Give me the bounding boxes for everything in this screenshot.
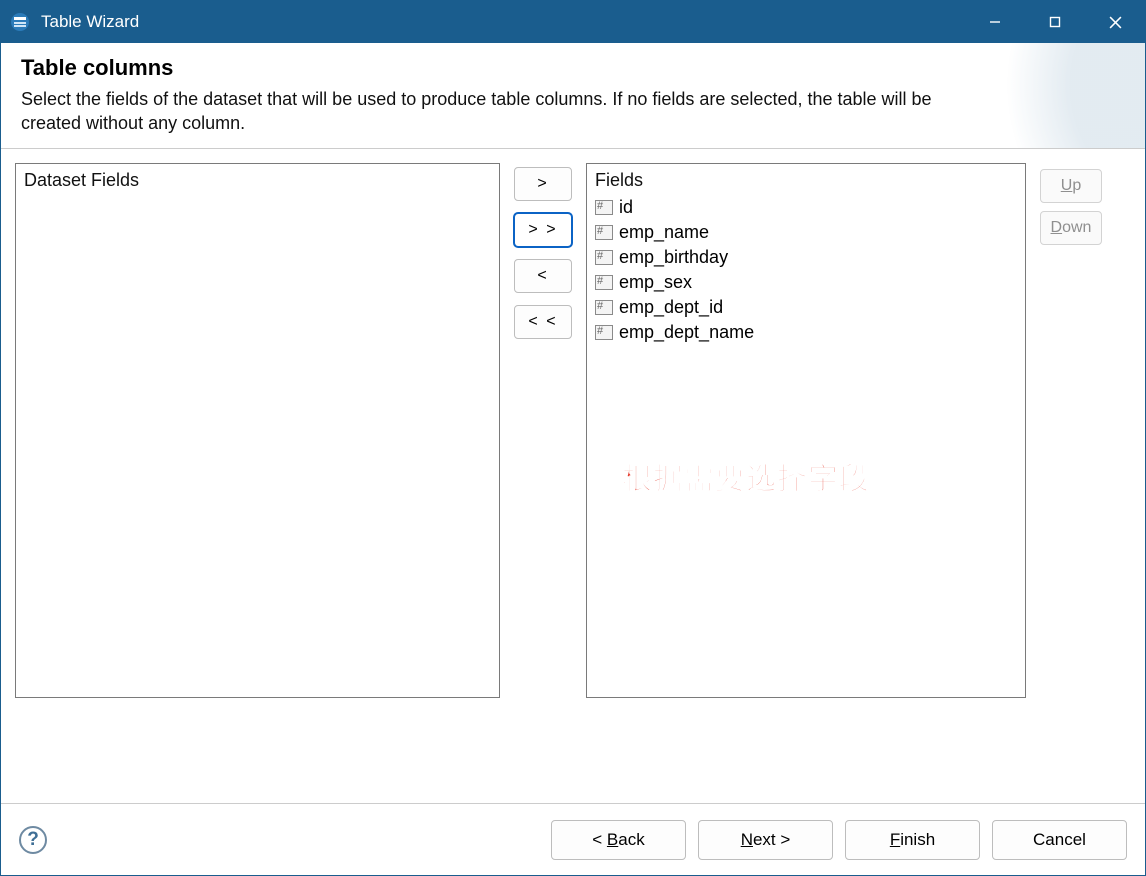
list-item[interactable]: emp_sex [595,270,1017,295]
field-label: emp_dept_id [619,297,723,318]
field-icon [595,225,613,240]
field-icon [595,250,613,265]
selected-fields-header: Fields [595,170,1017,191]
field-icon [595,200,613,215]
dataset-fields-list[interactable]: Dataset Fields [15,163,500,698]
selected-fields-list[interactable]: Fields id emp_name emp_birthday emp_sex … [586,163,1026,698]
page-description: Select the fields of the dataset that wi… [21,87,941,136]
back-button[interactable]: < Back [551,820,686,860]
remove-all-button[interactable]: < < [514,305,572,339]
field-label: emp_sex [619,272,692,293]
move-up-button[interactable]: Up [1040,169,1102,203]
wizard-header: Table columns Select the fields of the d… [1,43,1145,149]
titlebar: Table Wizard [1,1,1145,43]
field-label: emp_dept_name [619,322,754,343]
move-down-button[interactable]: Down [1040,211,1102,245]
add-all-button[interactable]: > > [514,213,572,247]
minimize-button[interactable] [965,1,1025,43]
list-item[interactable]: emp_dept_id [595,295,1017,320]
field-label: emp_birthday [619,247,728,268]
dataset-fields-header: Dataset Fields [24,170,491,191]
order-buttons: Up Down [1040,163,1102,803]
remove-one-button[interactable]: < [514,259,572,293]
field-icon [595,300,613,315]
window-controls [965,1,1145,43]
cancel-button[interactable]: Cancel [992,820,1127,860]
close-button[interactable] [1085,1,1145,43]
move-buttons: > > > < < < [514,163,572,803]
window-title: Table Wizard [41,12,139,32]
list-item[interactable]: emp_name [595,220,1017,245]
field-icon [595,275,613,290]
add-one-button[interactable]: > [514,167,572,201]
list-item[interactable]: id [595,195,1017,220]
finish-button[interactable]: Finish [845,820,980,860]
list-item[interactable]: emp_dept_name [595,320,1017,345]
wizard-body: Dataset Fields > > > < < < Fields id emp… [1,149,1145,803]
field-icon [595,325,613,340]
field-label: emp_name [619,222,709,243]
field-label: id [619,197,633,218]
annotation-overlay: 根据需要选择字段 [622,454,870,498]
right-column-wrap: Fields id emp_name emp_birthday emp_sex … [586,163,1102,803]
wizard-window: Table Wizard Table columns Select the fi… [0,0,1146,876]
list-item[interactable]: emp_birthday [595,245,1017,270]
maximize-button[interactable] [1025,1,1085,43]
page-title: Table columns [21,55,1125,81]
wizard-footer: ? < Back Next > Finish Cancel [1,803,1145,875]
next-button[interactable]: Next > [698,820,833,860]
app-icon [9,11,31,33]
help-button[interactable]: ? [19,826,47,854]
